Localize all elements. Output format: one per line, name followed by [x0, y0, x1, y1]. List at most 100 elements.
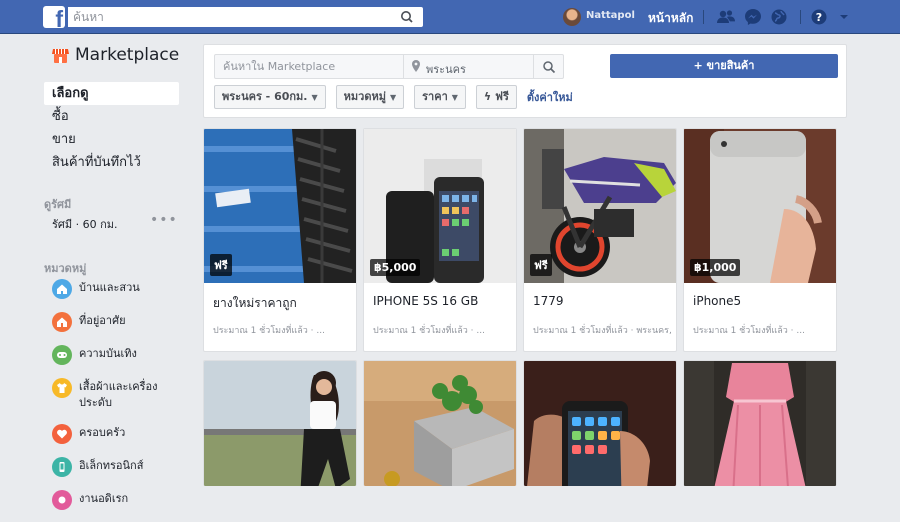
home-garden-icon	[52, 279, 72, 299]
category-label: ครอบครัว	[79, 426, 126, 439]
marketplace-search-input[interactable]	[215, 55, 403, 78]
search-button[interactable]	[391, 7, 423, 27]
listing-card[interactable]: ฟรี 1779 ประมาณ 1 ชั่วโมงที่แล้ว · พระนค…	[523, 128, 677, 352]
friend-requests-icon[interactable]	[716, 7, 736, 27]
profile-name[interactable]: Nattapol	[586, 10, 635, 21]
divider	[403, 55, 404, 78]
categories-heading: หมวดหมู่	[44, 262, 87, 275]
filter-bar: พระนคร - 60กม. ▼ หมวดหมู่ ▼ ราคา ▼ ϟ ฟรี ตั้…	[214, 85, 573, 109]
category-label: อิเล็กทรอนิกส์	[79, 459, 144, 472]
category-family[interactable]: ครอบครัว	[52, 423, 182, 444]
phone-hand-image	[524, 361, 676, 486]
listing-meta: ประมาณ 1 ชั่วโมงที่แล้ว · ...	[693, 326, 805, 336]
avatar[interactable]	[563, 8, 581, 26]
clothing-icon	[52, 378, 72, 398]
reset-filters-link[interactable]: ตั้งค่าใหม่	[527, 88, 573, 106]
marketplace-title[interactable]: Marketplace	[52, 45, 179, 65]
housing-icon	[52, 312, 72, 332]
category-hobbies[interactable]: งานอดิเรก	[52, 489, 182, 510]
category-label: บ้านและสวน	[79, 281, 140, 294]
category-label: ที่อยู่อาศัย	[79, 314, 126, 327]
category-entertainment[interactable]: ความบันเทิง	[52, 344, 182, 365]
woman-image	[204, 361, 356, 486]
listing-title: 1779	[533, 294, 564, 308]
plant-image	[364, 361, 516, 486]
sidebar-item-sell[interactable]: ขาย	[44, 128, 179, 151]
listing-meta: ประมาณ 1 ชั่วโมงที่แล้ว · ...	[373, 326, 485, 336]
global-search-input[interactable]	[68, 7, 388, 27]
top-navigation-bar: f Nattapol หน้าหลัก ?	[0, 0, 900, 34]
entertainment-icon	[52, 345, 72, 365]
divider	[800, 10, 801, 24]
search-icon	[401, 11, 413, 23]
price-filter-button[interactable]: ราคา ▼	[414, 85, 466, 109]
listing-card[interactable]	[203, 360, 357, 486]
hobbies-icon	[52, 490, 72, 510]
tire-image: ฟรี	[204, 129, 356, 283]
category-label: งานอดิเรก	[79, 492, 129, 505]
phone-back-image: ฿1,000	[684, 129, 836, 283]
category-electronics[interactable]: อิเล็กทรอนิกส์	[52, 456, 182, 477]
listing-card[interactable]: ฿1,000 iPhone5 ประมาณ 1 ชั่วโมงที่แล้ว ·…	[683, 128, 837, 352]
facebook-logo-icon[interactable]: f	[43, 6, 65, 28]
home-link[interactable]: หน้าหลัก	[648, 9, 693, 28]
listing-title: IPHONE 5S 16 GB	[373, 294, 479, 308]
category-clothing[interactable]: เสื้อผ้าและเครื่องประดับ	[52, 377, 182, 411]
filter-label: ราคา	[422, 90, 448, 103]
marketplace-shop-icon	[52, 48, 69, 63]
lightning-icon: ϟ	[483, 90, 492, 103]
listing-meta: ประมาณ 1 ชั่วโมงที่แล้ว · พระนคร,	[533, 326, 672, 336]
svg-text:?: ?	[816, 11, 822, 24]
category-label: ความบันเทิง	[79, 347, 137, 360]
more-options-icon[interactable]: •••	[150, 212, 178, 228]
search-icon	[542, 60, 555, 73]
iphone-image: ฿5,000	[364, 129, 516, 283]
filter-panel: พระนคร + ขายสินค้า พระนคร - 60กม.▼ หมวดห…	[203, 44, 847, 118]
pink-dress-image	[684, 361, 836, 486]
filter-label: หมวดหมู่	[343, 90, 386, 103]
help-icon[interactable]: ?	[809, 7, 829, 27]
listing-card[interactable]: ฟรี ยางใหม่ราคาถูก ประมาณ 1 ชั่วโมงที่แล…	[203, 128, 357, 352]
caret-down-icon: ▼	[311, 93, 318, 102]
category-label: เสื้อผ้าและเครื่องประดับ	[79, 380, 158, 409]
location-heading: ดูรัศมี	[44, 198, 72, 211]
price-badge: ฿1,000	[690, 259, 741, 276]
marketplace-search-box: พระนคร	[214, 54, 564, 79]
location-pin-icon	[412, 60, 420, 72]
category-home-garden[interactable]: บ้านและสวน	[52, 278, 182, 299]
caret-down-icon: ▼	[389, 93, 397, 102]
electronics-icon	[52, 457, 72, 477]
category-list: บ้านและสวน ที่อยู่อาศัย ความบันเทิง เสื้…	[52, 278, 182, 522]
divider	[703, 10, 704, 24]
category-filter-button[interactable]: หมวดหมู่ ▼	[335, 85, 405, 109]
filter-label: ฟรี	[495, 90, 509, 103]
sidebar-item-buy[interactable]: ซื้อ	[44, 105, 179, 128]
location-filter-button[interactable]: พระนคร - 60กม. ▼	[214, 85, 326, 109]
free-filter-button[interactable]: ϟ ฟรี	[475, 85, 517, 109]
sidebar-item-saved[interactable]: สินค้าที่บันทึกไว้	[44, 151, 179, 174]
sidebar-nav: เลือกดู ซื้อ ขาย สินค้าที่บันทึกไว้	[44, 82, 179, 174]
listing-card[interactable]	[363, 360, 517, 486]
price-badge: ฟรี	[530, 254, 552, 276]
listing-card[interactable]	[683, 360, 837, 486]
page-title: Marketplace	[75, 45, 180, 65]
marketplace-search-button[interactable]	[533, 55, 563, 78]
caret-down-icon: ▼	[451, 93, 458, 102]
listing-card[interactable]: ฿5,000 IPHONE 5S 16 GB ประมาณ 1 ชั่วโมงท…	[363, 128, 517, 352]
listing-title: ยางใหม่ราคาถูก	[213, 296, 297, 310]
location-field[interactable]: พระนคร	[426, 60, 466, 78]
messenger-icon[interactable]	[743, 7, 763, 27]
price-badge: ฿5,000	[370, 259, 421, 276]
listing-card[interactable]	[523, 360, 677, 486]
family-icon	[52, 424, 72, 444]
price-badge: ฟรี	[210, 254, 232, 276]
sidebar-item-browse[interactable]: เลือกดู	[44, 82, 179, 105]
account-menu-caret-icon[interactable]	[834, 7, 854, 27]
sell-item-button[interactable]: + ขายสินค้า	[610, 54, 838, 78]
listing-meta: ประมาณ 1 ชั่วโมงที่แล้ว · ...	[213, 326, 325, 336]
category-housing[interactable]: ที่อยู่อาศัย	[52, 311, 182, 332]
listing-title: iPhone5	[693, 294, 742, 308]
filter-label: พระนคร - 60กม.	[222, 90, 308, 103]
motorbike-image: ฟรี	[524, 129, 676, 283]
notifications-globe-icon[interactable]	[769, 7, 789, 27]
